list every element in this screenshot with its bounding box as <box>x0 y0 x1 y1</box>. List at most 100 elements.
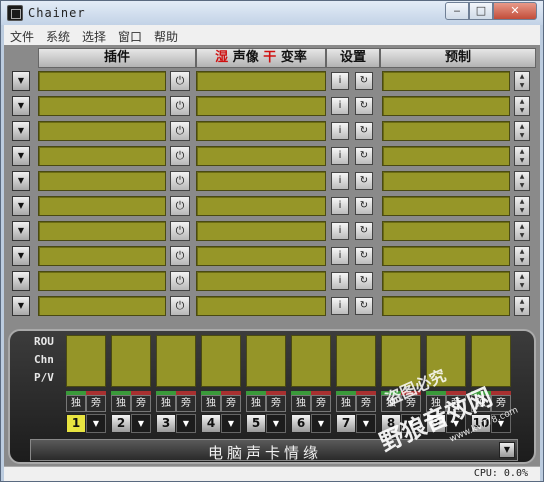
edit-icon[interactable]: ↻ <box>355 272 373 290</box>
channel-display[interactable] <box>381 335 421 387</box>
edit-icon[interactable]: ↻ <box>355 247 373 265</box>
plugin-slot-display[interactable] <box>38 271 166 291</box>
plugin-slot-display[interactable] <box>38 246 166 266</box>
solo-button[interactable]: 独 <box>201 395 221 412</box>
spin-up-icon[interactable]: ▲ <box>515 122 529 131</box>
channel-number[interactable]: 2 <box>111 414 131 433</box>
preset-display[interactable] <box>382 296 510 316</box>
mix-display[interactable] <box>196 171 326 191</box>
power-icon[interactable]: ⏻ <box>170 171 190 191</box>
spin-down-icon[interactable]: ▼ <box>515 281 529 290</box>
channel-number[interactable]: 4 <box>201 414 221 433</box>
menu-window[interactable]: 窗口 <box>118 28 142 45</box>
preset-spin-button[interactable]: ▲ ▼ <box>514 121 530 141</box>
solo-button[interactable]: 独 <box>426 395 446 412</box>
edit-icon[interactable]: ↻ <box>355 297 373 315</box>
preset-display[interactable] <box>382 221 510 241</box>
info-icon[interactable]: i <box>331 272 349 290</box>
spin-down-icon[interactable]: ▼ <box>515 256 529 265</box>
row-dropdown-button[interactable]: ▼ <box>12 171 30 191</box>
edit-icon[interactable]: ↻ <box>355 72 373 90</box>
mix-display[interactable] <box>196 121 326 141</box>
preset-display[interactable] <box>382 196 510 216</box>
preset-display[interactable] <box>382 171 510 191</box>
spin-up-icon[interactable]: ▲ <box>515 247 529 256</box>
preset-spin-button[interactable]: ▲ ▼ <box>514 196 530 216</box>
preset-spin-button[interactable]: ▲ ▼ <box>514 296 530 316</box>
info-icon[interactable]: i <box>331 72 349 90</box>
info-icon[interactable]: i <box>331 97 349 115</box>
edit-icon[interactable]: ↻ <box>355 122 373 140</box>
channel-dropdown-button[interactable]: ▼ <box>311 414 331 433</box>
channel-dropdown-button[interactable]: ▼ <box>356 414 376 433</box>
row-dropdown-button[interactable]: ▼ <box>12 96 30 116</box>
spin-down-icon[interactable]: ▼ <box>515 306 529 315</box>
spin-down-icon[interactable]: ▼ <box>515 106 529 115</box>
mix-display[interactable] <box>196 196 326 216</box>
preset-spin-button[interactable]: ▲ ▼ <box>514 271 530 291</box>
channel-dropdown-button[interactable]: ▼ <box>491 414 511 433</box>
channel-dropdown-button[interactable]: ▼ <box>266 414 286 433</box>
channel-dropdown-button[interactable]: ▼ <box>86 414 106 433</box>
side-button[interactable]: 旁 <box>266 395 286 412</box>
soundcard-dropdown-button[interactable]: ▼ <box>499 442 515 458</box>
side-button[interactable]: 旁 <box>491 395 511 412</box>
channel-display[interactable] <box>426 335 466 387</box>
mix-display[interactable] <box>196 71 326 91</box>
channel-display[interactable] <box>156 335 196 387</box>
channel-dropdown-button[interactable]: ▼ <box>446 414 466 433</box>
spin-down-icon[interactable]: ▼ <box>515 181 529 190</box>
info-icon[interactable]: i <box>331 247 349 265</box>
power-icon[interactable]: ⏻ <box>170 146 190 166</box>
preset-spin-button[interactable]: ▲ ▼ <box>514 246 530 266</box>
preset-display[interactable] <box>382 121 510 141</box>
spin-up-icon[interactable]: ▲ <box>515 97 529 106</box>
spin-down-icon[interactable]: ▼ <box>515 81 529 90</box>
mix-display[interactable] <box>196 296 326 316</box>
solo-button[interactable]: 独 <box>156 395 176 412</box>
edit-icon[interactable]: ↻ <box>355 147 373 165</box>
power-icon[interactable]: ⏻ <box>170 296 190 316</box>
preset-spin-button[interactable]: ▲ ▼ <box>514 221 530 241</box>
row-dropdown-button[interactable]: ▼ <box>12 146 30 166</box>
spin-up-icon[interactable]: ▲ <box>515 222 529 231</box>
plugin-slot-display[interactable] <box>38 71 166 91</box>
channel-number[interactable]: 3 <box>156 414 176 433</box>
plugin-slot-display[interactable] <box>38 296 166 316</box>
solo-button[interactable]: 独 <box>381 395 401 412</box>
channel-display[interactable] <box>336 335 376 387</box>
row-dropdown-button[interactable]: ▼ <box>12 71 30 91</box>
solo-button[interactable]: 独 <box>336 395 356 412</box>
channel-number[interactable]: 6 <box>291 414 311 433</box>
channel-display[interactable] <box>111 335 151 387</box>
maximize-button[interactable]: □ <box>469 2 493 20</box>
spin-up-icon[interactable]: ▲ <box>515 72 529 81</box>
edit-icon[interactable]: ↻ <box>355 197 373 215</box>
edit-icon[interactable]: ↻ <box>355 172 373 190</box>
mix-display[interactable] <box>196 246 326 266</box>
channel-number[interactable]: 8 <box>381 414 401 433</box>
info-icon[interactable]: i <box>331 297 349 315</box>
spin-down-icon[interactable]: ▼ <box>515 131 529 140</box>
title-bar[interactable]: Chainer ‒ □ ✕ <box>1 1 543 25</box>
close-button[interactable]: ✕ <box>493 2 537 20</box>
side-button[interactable]: 旁 <box>311 395 331 412</box>
spin-up-icon[interactable]: ▲ <box>515 172 529 181</box>
channel-display[interactable] <box>66 335 106 387</box>
info-icon[interactable]: i <box>331 222 349 240</box>
row-dropdown-button[interactable]: ▼ <box>12 121 30 141</box>
side-button[interactable]: 旁 <box>176 395 196 412</box>
plugin-slot-display[interactable] <box>38 96 166 116</box>
info-icon[interactable]: i <box>331 197 349 215</box>
plugin-slot-display[interactable] <box>38 196 166 216</box>
row-dropdown-button[interactable]: ▼ <box>12 246 30 266</box>
solo-button[interactable]: 独 <box>66 395 86 412</box>
channel-display[interactable] <box>201 335 241 387</box>
mix-display[interactable] <box>196 146 326 166</box>
channel-display[interactable] <box>291 335 331 387</box>
row-dropdown-button[interactable]: ▼ <box>12 221 30 241</box>
channel-dropdown-button[interactable]: ▼ <box>131 414 151 433</box>
preset-display[interactable] <box>382 271 510 291</box>
spin-up-icon[interactable]: ▲ <box>515 272 529 281</box>
spin-up-icon[interactable]: ▲ <box>515 297 529 306</box>
